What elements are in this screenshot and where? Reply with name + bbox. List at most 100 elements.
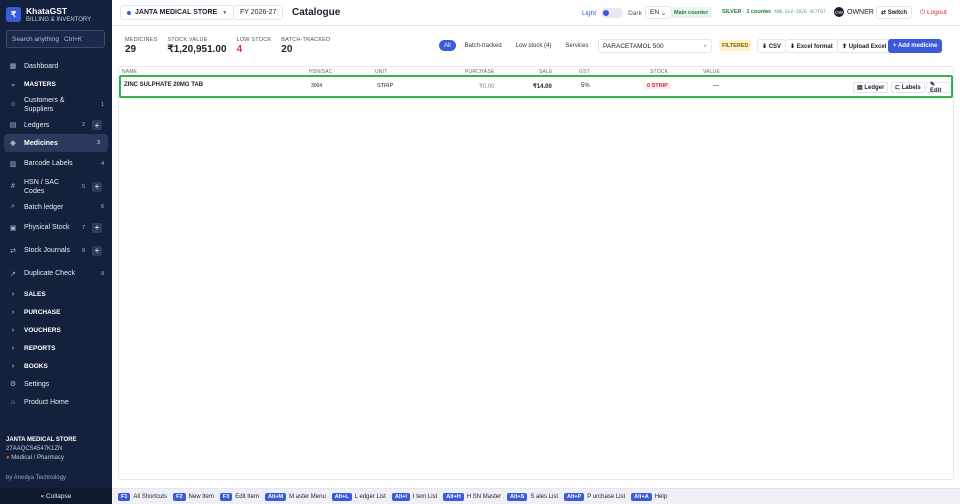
theme-switch[interactable] [601, 8, 624, 18]
search-placeholder: Search anything [12, 35, 59, 43]
gear-icon: ⚙ [9, 381, 17, 388]
shortcut-alt-s[interactable]: Alt+S S ales List [507, 492, 559, 501]
shortcut-alt-m[interactable]: Alt+M M aster Menu [264, 492, 326, 501]
theme-light-label: Light [582, 9, 597, 17]
stat-label: MEDICINES [125, 37, 158, 43]
financial-year-selector[interactable]: FY 2026-27 [233, 5, 284, 20]
plus-icon[interactable]: + [92, 181, 102, 192]
shortcut-alt-a[interactable]: Alt+A Help [631, 492, 668, 501]
sidebar-item-vouchers[interactable]: › VOUCHERS [0, 321, 112, 339]
sidebar-item-label: Physical Stock [24, 224, 70, 231]
filter-all[interactable]: All [439, 40, 456, 51]
sidebar-nav: ▦ Dashboard ⌄ MASTERS ☺ Customers & Suppliers… [0, 57, 112, 411]
upload-excel-button[interactable]: ⬆ Upload Excel [837, 39, 892, 53]
shortcut-label: Help [654, 493, 668, 500]
collapse-sidebar-button[interactable]: « Collapse [0, 488, 112, 504]
theme-toggle[interactable]: Light Dark [582, 8, 642, 18]
language-selector[interactable]: EN ⌄ [645, 6, 672, 19]
shortcut-key: Alt+S [507, 492, 528, 501]
barcode-icon: ▥ [9, 160, 17, 168]
sidebar-item-barcode-labels[interactable]: ▥ Barcode Labels 4 [0, 152, 112, 175]
switch-user-button[interactable]: ⇄ Switch [876, 6, 913, 19]
stat-batch-tracked: BATCH-TRACKED 20 [281, 37, 330, 55]
shortcut-label: L edger List [354, 493, 386, 500]
row-labels-button[interactable]: ⊏ Labels [891, 82, 925, 93]
add-medicine-button[interactable]: + Add medicine [888, 39, 943, 53]
shortcut-label: All Shortcuts [133, 493, 168, 500]
plus-icon[interactable]: + [92, 222, 102, 233]
filter-services[interactable]: Services [560, 40, 593, 51]
sidebar-item-label: Ledgers [24, 121, 50, 129]
export-csv-button[interactable]: ⬇ CSV [757, 39, 787, 53]
sidebar-item-dashboard[interactable]: ▦ Dashboard [0, 57, 112, 75]
filter-low-stock-4[interactable]: Low stock (4) [511, 40, 557, 51]
chevron-right-icon: › [11, 308, 15, 316]
shortcut-bar: F1 All Shortcuts F2 New Item F3 Edit Item Alt+… [112, 488, 960, 504]
chevron-right-icon: › [11, 362, 15, 370]
search-icon: ⌕ [11, 203, 15, 210]
store-info: JANTA MEDICAL STORE 27AAQCS4547K1ZN ● Me… [6, 437, 110, 461]
plus-icon[interactable]: + [92, 245, 102, 256]
page-title: Catalogue [292, 7, 341, 18]
sidebar-item-duplicate-check[interactable]: ↗ Duplicate Check 9 [0, 262, 112, 285]
stat-medicines: MEDICINES 29 [125, 37, 157, 55]
shortcut-label: P urchase List [587, 493, 626, 500]
row-edit-button[interactable]: ✎ Edit [926, 82, 951, 94]
sidebar-item-hsn-sac-codes[interactable]: # HSN / SAC Codes 5 + [0, 175, 112, 198]
filter-search-input[interactable]: PARACETAMOL 500 × [598, 39, 712, 53]
store-name: JANTA MEDICAL STORE [6, 437, 77, 443]
clear-icon[interactable]: × [703, 43, 707, 50]
hash-icon: # [11, 183, 15, 190]
cell-hsn: 3004 [311, 83, 323, 89]
brand[interactable]: ₹ KhataGST BILLING & INVENTORY [6, 6, 91, 23]
wand-icon: ↗ [10, 270, 16, 278]
dashboard-icon: ▦ [9, 63, 17, 70]
shortcut-alt-h[interactable]: Alt+H H SN Master [443, 492, 501, 501]
sidebar-item-settings[interactable]: ⚙ Settings [0, 375, 112, 393]
home-icon: ⌂ [10, 398, 16, 406]
app-logo-icon: ₹ [6, 7, 21, 22]
shortcut-alt-p[interactable]: Alt+P P urchase List [564, 492, 626, 501]
sidebar-item-physical-stock[interactable]: ▣ Physical Stock 7 + [0, 216, 112, 239]
sidebar-item-ledgers[interactable]: ▤ Ledgers 2 + [0, 116, 112, 134]
shortcut-number: 7 [81, 224, 85, 231]
sidebar-item-product-home[interactable]: ⌂ Product Home [0, 393, 112, 411]
sidebar-item-batch-ledger[interactable]: ⌕ Batch ledger 6 [0, 198, 112, 216]
sidebar-item-sales[interactable]: › SALES [0, 285, 112, 303]
shortcut-label: S ales List [530, 493, 559, 500]
sidebar-item-purchase[interactable]: › PURCHASE [0, 303, 112, 321]
sidebar-item-masters[interactable]: ⌄ MASTERS [0, 75, 112, 93]
chevron-right-icon: › [11, 344, 15, 352]
global-search-input[interactable]: Search anything Ctrl+K [6, 30, 105, 48]
store-selector[interactable]: JANTA MEDICAL STORE ▼ [120, 5, 235, 20]
shortcut-key: Alt+L [331, 492, 352, 501]
shortcut-f1[interactable]: F1 All Shortcuts [118, 492, 168, 501]
store-dot-icon [127, 10, 131, 15]
sidebar-item-customers-suppliers[interactable]: ☺ Customers & Suppliers 1 [0, 93, 112, 116]
sidebar-item-books[interactable]: › BOOKS [0, 357, 112, 375]
topbar: JANTA MEDICAL STORE ▼ FY 2026-27 Catalog… [112, 0, 960, 26]
sidebar-item-reports[interactable]: › REPORTS [0, 339, 112, 357]
shortcut-alt-i[interactable]: Alt+I I tem List [391, 492, 437, 501]
sidebar-item-stock-journals[interactable]: ⇄ Stock Journals 8 + [0, 239, 112, 262]
shortcut-f3[interactable]: F3 Edit Item [219, 492, 259, 501]
app-name: KhataGST [26, 6, 68, 16]
shortcut-key: Alt+H [443, 492, 464, 501]
cell-value: — [713, 83, 719, 89]
stat-label: LOW STOCK [236, 37, 272, 43]
shortcut-f2[interactable]: F2 New Item [173, 492, 214, 501]
cell-unit: STRIP [377, 83, 394, 89]
sidebar-item-medicines[interactable]: ◈ Medicines 3 [4, 134, 108, 152]
theme-dark-label: Dark [628, 9, 642, 17]
pill-icon: ● [6, 455, 10, 461]
sidebar-item-label: Barcode Labels [24, 160, 73, 167]
filtered-badge: FILTERED [719, 40, 752, 51]
shortcut-alt-l[interactable]: Alt+L L edger List [331, 492, 386, 501]
filter-batch-tracked[interactable]: Batch-tracked [460, 40, 507, 51]
user-menu[interactable]: OW OWNER [834, 7, 874, 17]
row-ledger-button[interactable]: ▤ Ledger [853, 82, 889, 93]
logout-button[interactable]: ⏻ Logout [918, 6, 949, 19]
table-row[interactable]: ZINC SULPHATE 20MG TAB 3004 STRIP ₹0.00 … [119, 75, 953, 98]
plus-icon[interactable]: + [92, 120, 102, 130]
excel-format-button[interactable]: ⬇ Excel format [785, 39, 838, 53]
